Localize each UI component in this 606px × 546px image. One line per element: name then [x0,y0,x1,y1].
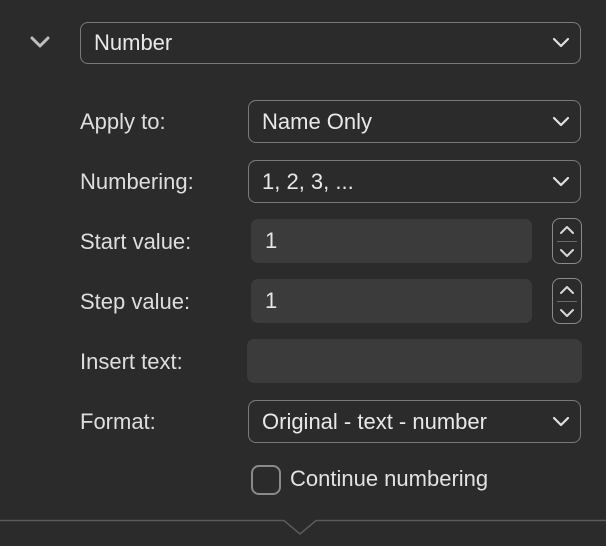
start-value-field[interactable]: 1 [251,219,532,263]
bottom-divider [0,519,606,535]
insert-text-field[interactable] [247,339,582,383]
step-value-field[interactable]: 1 [251,279,532,323]
step-value-label: Step value: [80,289,191,314]
format-label: Format: [80,409,156,434]
chevron-down-icon [552,116,570,126]
chevron-down-icon [552,416,570,426]
step-value-text: 1 [265,288,278,313]
chevron-down-icon [552,176,570,186]
disclosure-chevron-icon[interactable] [27,31,53,53]
apply-to-popup[interactable]: Name Only [248,100,581,143]
stepper-down-button[interactable] [553,302,581,324]
start-value-text: 1 [265,228,278,253]
numbering-value: 1, 2, 3, ... [262,168,354,194]
start-value-label: Start value: [80,229,192,254]
numbering-label: Numbering: [80,169,194,194]
start-value-stepper[interactable] [552,218,582,264]
stepper-up-button[interactable] [553,279,581,301]
format-popup[interactable]: Original - text - number [248,400,581,443]
chevron-up-icon [560,286,574,294]
chevron-down-icon [560,249,574,257]
insert-text-label: Insert text: [80,349,183,374]
rename-type-value: Number [94,30,173,55]
chevron-down-icon [560,309,574,317]
apply-to-value: Name Only [262,108,373,134]
stepper-up-button[interactable] [553,219,581,241]
step-value-stepper[interactable] [552,278,582,324]
chevron-up-icon [560,226,574,234]
rename-type-popup[interactable]: Number [80,22,581,64]
stepper-down-button[interactable] [553,242,581,264]
numbering-popup[interactable]: 1, 2, 3, ... [248,160,581,203]
apply-to-label: Apply to: [80,109,166,134]
chevron-down-icon [552,37,570,48]
continue-numbering-label[interactable]: Continue numbering [290,466,488,492]
continue-numbering-checkbox[interactable] [251,465,281,495]
format-value: Original - text - number [262,408,487,434]
